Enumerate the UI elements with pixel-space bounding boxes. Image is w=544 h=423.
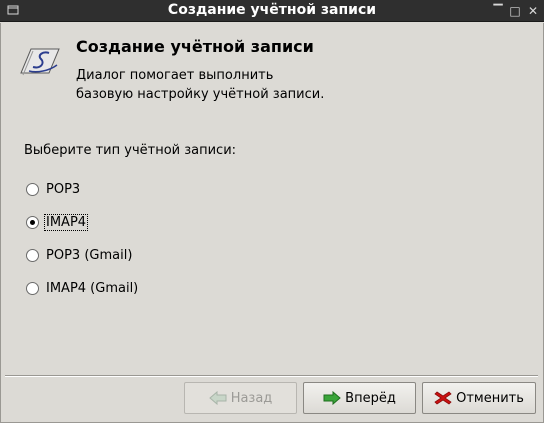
window-titlebar[interactable]: Создание учётной записи ▔ □ ✕ <box>0 0 544 22</box>
radio-imap4[interactable]: IMAP4 <box>26 212 89 232</box>
account-type-prompt: Выберите тип учётной записи: <box>24 143 237 158</box>
maximize-icon[interactable]: □ <box>508 4 522 18</box>
radio-label-pop3-gmail: POP3 (Gmail) <box>46 247 133 263</box>
next-button-label: Вперёд <box>345 390 396 406</box>
radio-label-imap4: IMAP4 <box>43 213 89 231</box>
next-button[interactable]: Вперёд <box>303 382 416 414</box>
radio-label-imap4-gmail: IMAP4 (Gmail) <box>46 280 139 296</box>
radio-imap4-gmail[interactable]: IMAP4 (Gmail) <box>26 278 139 298</box>
sylpheed-logo-icon <box>19 43 61 79</box>
cancel-button-label: Отменить <box>456 390 524 406</box>
dialog-description-line1: Диалог помогает выполнить <box>76 68 274 83</box>
dialog-description-line2: базовую настройку учётной записи. <box>76 87 325 102</box>
radio-button-pop3[interactable] <box>26 182 39 196</box>
back-button-label: Назад <box>230 390 273 406</box>
cancel-button[interactable]: Отменить <box>422 382 536 414</box>
radio-button-imap4-gmail[interactable] <box>26 281 39 295</box>
cancel-icon <box>434 391 452 405</box>
back-button[interactable]: Назад <box>184 382 297 414</box>
arrow-left-icon <box>208 390 227 406</box>
button-area-separator <box>5 375 538 377</box>
arrow-right-icon <box>323 390 341 406</box>
radio-label-pop3: POP3 <box>46 181 81 197</box>
dialog-heading: Создание учётной записи <box>76 37 314 56</box>
close-icon[interactable]: ✕ <box>526 4 540 18</box>
radio-button-imap4[interactable] <box>26 215 39 229</box>
radio-pop3[interactable]: POP3 <box>26 179 81 199</box>
minimize-icon[interactable]: ▔ <box>491 4 505 18</box>
radio-pop3-gmail[interactable]: POP3 (Gmail) <box>26 245 133 265</box>
radio-button-pop3-gmail[interactable] <box>26 248 39 262</box>
window-title: Создание учётной записи <box>167 2 377 18</box>
